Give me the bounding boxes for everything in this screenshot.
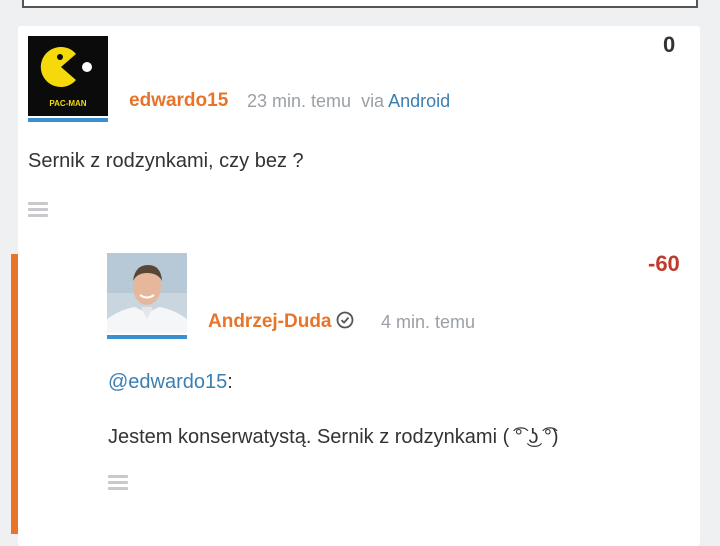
post-body: Sernik z rodzynkami, czy bez ? xyxy=(28,150,304,172)
reply-time[interactable]: 4 min. temu xyxy=(381,312,475,333)
reply-author-name: Andrzej-Duda xyxy=(208,311,332,332)
reply-mention-line: @edwardo15: xyxy=(108,371,233,394)
person-photo-avatar-icon xyxy=(107,253,187,333)
previous-post-box xyxy=(22,0,698,8)
reply-body: Jestem konserwatystą. Sernik z rodzynkam… xyxy=(108,426,559,448)
post-menu-icon[interactable] xyxy=(28,202,48,218)
post-avatar[interactable]: PAC-MAN xyxy=(28,36,108,122)
post-card: PAC-MAN edwardo15 23 min. temu via Andro… xyxy=(18,26,700,546)
reply-avatar-underline xyxy=(107,335,187,339)
reply-mention-suffix: : xyxy=(227,371,233,393)
reply-author-link[interactable]: Andrzej-Duda xyxy=(208,311,354,333)
post-author-link[interactable]: edwardo15 xyxy=(129,90,228,112)
reply-menu-icon[interactable] xyxy=(108,475,128,491)
reply-thread-bar xyxy=(11,254,18,534)
pacman-avatar-icon: PAC-MAN xyxy=(28,36,108,116)
verified-check-icon xyxy=(336,311,353,329)
post-via-app-link[interactable]: Android xyxy=(388,91,450,111)
reply-score: -60 xyxy=(648,251,680,276)
pacman-logo-text: PAC-MAN xyxy=(49,99,86,108)
post-meta: 23 min. temu via Android xyxy=(247,91,450,112)
post-time[interactable]: 23 min. temu xyxy=(247,91,351,111)
post-via-label: via xyxy=(361,91,385,111)
reply-avatar[interactable] xyxy=(107,253,187,339)
post-score: 0 xyxy=(663,32,676,57)
reply-mention-link[interactable]: @edwardo15 xyxy=(108,371,227,393)
avatar-underline xyxy=(28,118,108,122)
